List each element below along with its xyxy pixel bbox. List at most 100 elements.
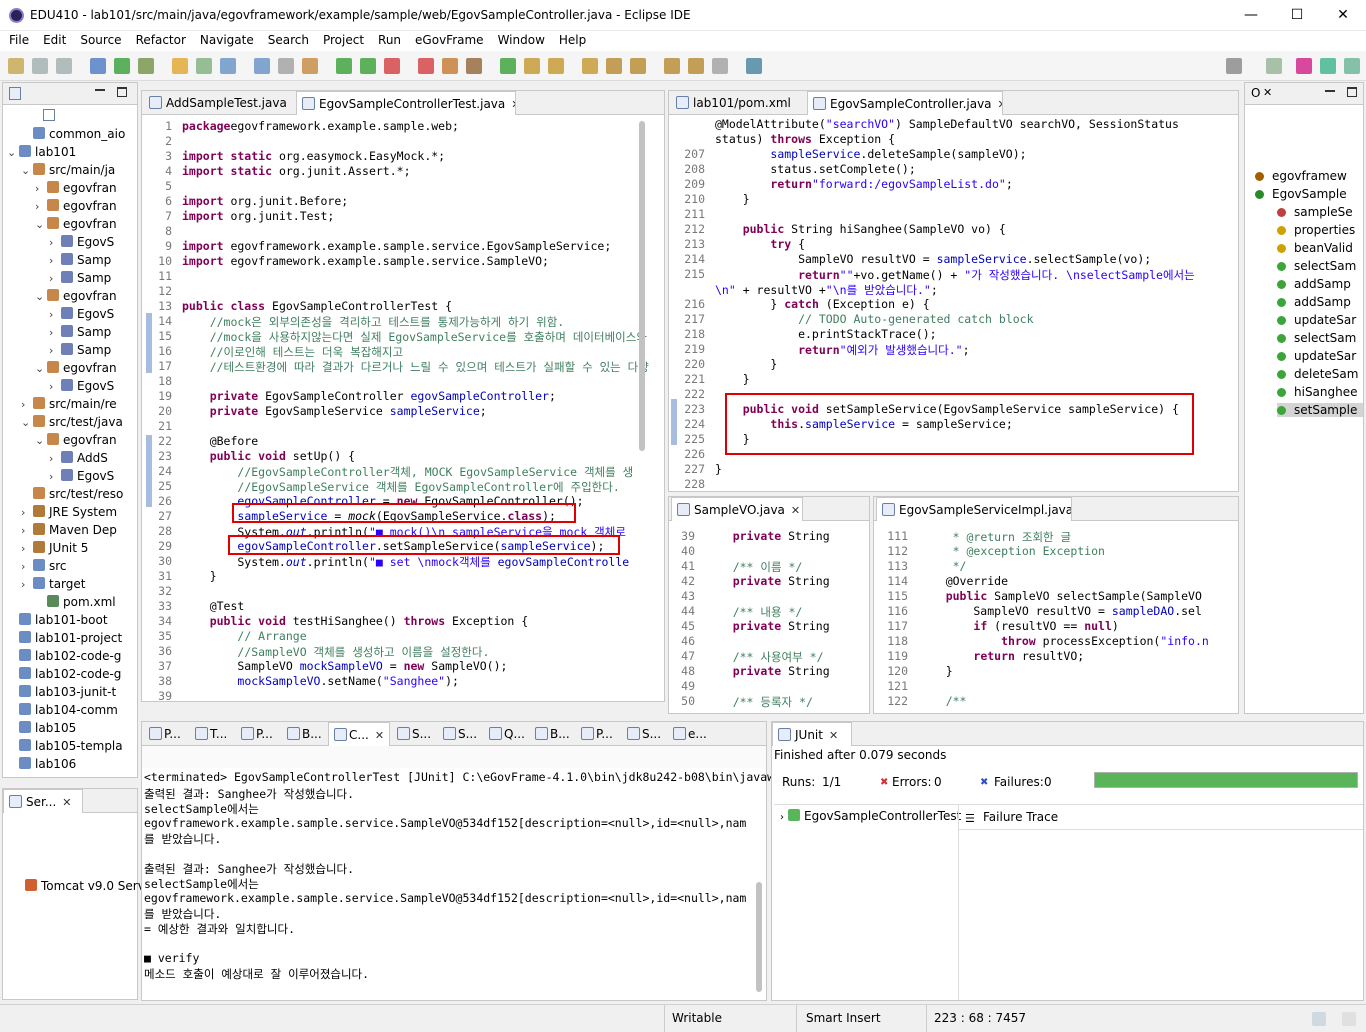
explorer-item[interactable]: › EgovS xyxy=(49,379,114,393)
code-line[interactable]: private EgovSampleService sampleService; xyxy=(182,404,487,418)
maximize-button[interactable]: ☐ xyxy=(1274,0,1320,31)
collapse-all-icon[interactable] xyxy=(43,109,55,121)
code-line[interactable]: return resultVO; xyxy=(918,649,1084,663)
menu-project[interactable]: Project xyxy=(316,31,371,47)
tab-view-4[interactable]: C... ✕ xyxy=(328,722,390,746)
console-scrollbar[interactable] xyxy=(756,882,762,992)
outline-item[interactable]: hiSanghee xyxy=(1277,385,1358,399)
close-icon[interactable]: ✕ xyxy=(511,98,515,111)
code-line[interactable]: /** 내용 */ xyxy=(705,604,803,620)
toggle-mark-icon[interactable] xyxy=(220,58,236,74)
annotation-icon[interactable] xyxy=(172,58,188,74)
tab-samplevo-java[interactable]: SampleVO.java ✕ xyxy=(671,497,803,521)
close-icon[interactable]: ✕ xyxy=(62,796,71,809)
tab-view-6[interactable]: S... xyxy=(438,722,488,746)
skip-icon[interactable] xyxy=(302,58,318,74)
chevron-right-icon[interactable]: › xyxy=(49,380,61,393)
outline-item[interactable]: selectSam xyxy=(1277,331,1356,345)
tab-view-10[interactable]: S... xyxy=(622,722,672,746)
explorer-item[interactable]: › target xyxy=(21,577,86,591)
code-line[interactable]: //EgovSampleController객체, MOCK EgovSampl… xyxy=(182,464,633,480)
tab-view-3[interactable]: B... xyxy=(282,722,332,746)
menu-navigate[interactable]: Navigate xyxy=(193,31,261,47)
close-icon[interactable]: ✕ xyxy=(375,729,384,742)
explorer-item[interactable]: ⌄ egovfran xyxy=(35,289,117,303)
code-line[interactable]: private String xyxy=(705,574,830,588)
chevron-right-icon[interactable]: › xyxy=(21,542,33,555)
explorer-item[interactable]: lab106 xyxy=(7,757,76,771)
outline-item[interactable]: egovframew xyxy=(1255,169,1347,183)
code-line[interactable]: /** 이름 */ xyxy=(705,559,803,575)
explorer-item[interactable]: › Samp xyxy=(49,325,111,339)
code-line[interactable]: import egovframework.example.sample.serv… xyxy=(182,239,611,253)
pin-icon[interactable] xyxy=(746,58,762,74)
stop-server-icon[interactable] xyxy=(384,58,400,74)
menu-run[interactable]: Run xyxy=(371,31,408,47)
new-icon[interactable] xyxy=(8,58,24,74)
code-line[interactable]: if (resultVO == null) xyxy=(918,619,1118,633)
forward-icon[interactable] xyxy=(712,58,728,74)
tab-addsampletest-java[interactable]: AddSampleTest.java xyxy=(144,91,294,115)
code-line[interactable]: private String xyxy=(705,664,830,678)
outline-item[interactable]: beanValid xyxy=(1277,241,1353,255)
chevron-right-icon[interactable]: › xyxy=(49,272,61,285)
code-line[interactable]: status) throws Exception { xyxy=(715,132,895,146)
code-line[interactable]: public class EgovSampleControllerTest { xyxy=(182,299,452,313)
chevron-right-icon[interactable]: › xyxy=(49,452,61,465)
chevron-down-icon[interactable]: ⌄ xyxy=(35,290,47,303)
chevron-right-icon[interactable]: › xyxy=(21,578,33,591)
chevron-right-icon[interactable]: › xyxy=(49,470,61,483)
toggle-block-icon[interactable] xyxy=(254,58,270,74)
code-line[interactable]: /** xyxy=(918,694,967,708)
search-icon[interactable] xyxy=(582,58,598,74)
code-line[interactable]: System.out.println("■ set \nmock객체를 egov… xyxy=(182,554,629,570)
chevron-right-icon[interactable]: › xyxy=(21,398,33,411)
explorer-item[interactable]: › src xyxy=(21,559,67,573)
chevron-right-icon[interactable]: › xyxy=(35,200,47,213)
tab-view-8[interactable]: B... xyxy=(530,722,580,746)
explorer-item[interactable]: › JRE System xyxy=(21,505,117,519)
deploy-icon[interactable] xyxy=(418,58,434,74)
open-resource-icon[interactable] xyxy=(548,58,564,74)
explorer-item[interactable]: lab103-junit-t xyxy=(7,685,116,699)
progress-icon[interactable] xyxy=(1342,1012,1356,1026)
menu-source[interactable]: Source xyxy=(73,31,128,47)
code-line[interactable]: status.setComplete(); xyxy=(715,162,915,176)
code-line[interactable]: return"forward:/egovSampleList.do"; xyxy=(715,177,1012,191)
code-line[interactable]: private EgovSampleController egovSampleC… xyxy=(182,389,556,403)
tab-servers[interactable]: Ser... ✕ xyxy=(3,789,83,813)
code-line[interactable]: return""+vo.getName() + "가 작성했습니다. \nsel… xyxy=(715,267,1195,283)
notification-icon[interactable] xyxy=(1312,1012,1326,1026)
new-class-icon[interactable] xyxy=(500,58,516,74)
close-icon[interactable]: ✕ xyxy=(791,504,800,517)
save-all-icon[interactable] xyxy=(56,58,72,74)
explorer-item[interactable]: lab101-boot xyxy=(7,613,108,627)
code-line[interactable]: //SampleVO 객체를 생성하고 이름을 설정한다. xyxy=(182,644,489,660)
minimize-view-icon[interactable] xyxy=(95,89,105,91)
debug-perspective-icon[interactable] xyxy=(1320,58,1336,74)
whitespace-icon[interactable] xyxy=(278,58,294,74)
save-icon[interactable] xyxy=(32,58,48,74)
menu-egovframe[interactable]: eGovFrame xyxy=(408,31,491,47)
minimize-button[interactable]: — xyxy=(1228,0,1274,31)
code-line[interactable]: //mock을 사용하지않는다면 실제 EgovSampleService를 호… xyxy=(182,329,647,345)
close-button[interactable]: ✕ xyxy=(1320,0,1366,31)
stop-icon[interactable] xyxy=(114,58,130,74)
code-line[interactable]: import org.junit.Before; xyxy=(182,194,348,208)
outline-tab-label[interactable]: O xyxy=(1251,86,1260,100)
console-icon[interactable] xyxy=(90,58,106,74)
chevron-right-icon[interactable]: › xyxy=(21,524,33,537)
code-line[interactable]: sampleService.deleteSample(sampleVO); xyxy=(715,147,1026,161)
chevron-down-icon[interactable]: ⌄ xyxy=(35,434,47,447)
tab-view-5[interactable]: S... xyxy=(392,722,442,746)
next-annotation-icon[interactable] xyxy=(606,58,622,74)
explorer-item[interactable]: ⌄ lab101 xyxy=(7,145,76,159)
refresh-icon[interactable] xyxy=(196,58,212,74)
chevron-down-icon[interactable]: ⌄ xyxy=(21,164,33,177)
java-perspective-icon[interactable] xyxy=(1296,58,1312,74)
explorer-item[interactable]: common_aio xyxy=(21,127,125,141)
code-line[interactable]: } xyxy=(918,664,953,678)
tab-junit[interactable]: JUnit ✕ xyxy=(772,722,852,746)
package-icon[interactable] xyxy=(442,58,458,74)
code-line[interactable]: e.printStackTrace(); xyxy=(715,327,936,341)
